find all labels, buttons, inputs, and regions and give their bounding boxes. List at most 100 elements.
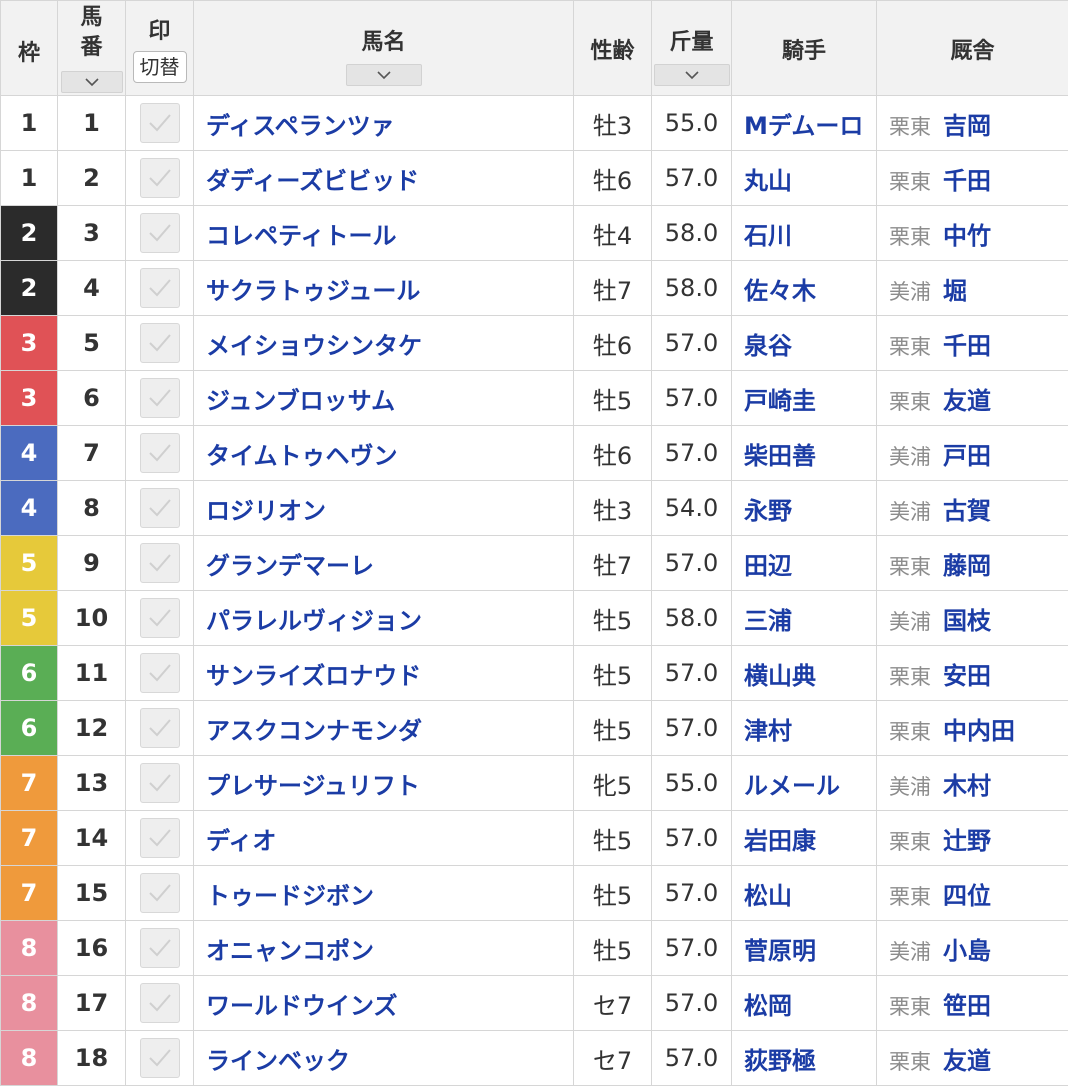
mark-checkbox[interactable]: [139, 378, 180, 418]
mark-checkbox[interactable]: [139, 158, 180, 198]
header-jockey: 騎手: [731, 0, 877, 96]
sex-age: セ7: [573, 975, 652, 1031]
header-weight[interactable]: 斤量: [651, 0, 732, 96]
jockey-link[interactable]: 丸山: [731, 150, 877, 206]
stable-region: 栗東: [889, 664, 931, 689]
horse-name-link[interactable]: トゥードジボン: [193, 865, 574, 921]
trainer-link[interactable]: 吉岡: [943, 112, 991, 140]
mark-checkbox[interactable]: [139, 543, 180, 583]
trainer-link[interactable]: 安田: [943, 662, 991, 690]
horse-name-link[interactable]: ジュンブロッサム: [193, 370, 574, 426]
stable-cell: 栗東 辻野: [876, 810, 1068, 866]
mark-checkbox[interactable]: [139, 873, 180, 913]
jockey-link[interactable]: Mデムーロ: [731, 95, 877, 151]
table-row: 7 14 ディオ 牡5 57.0 岩田康 栗東 辻野: [0, 810, 1068, 866]
mark-checkbox[interactable]: [139, 763, 180, 803]
horse-name-link[interactable]: サンライズロナウド: [193, 645, 574, 701]
horse-name-link[interactable]: パラレルヴィジョン: [193, 590, 574, 646]
carried-weight: 55.0: [651, 95, 732, 151]
trainer-link[interactable]: 戸田: [943, 442, 991, 470]
horse-name-link[interactable]: ディスペランツァ: [193, 95, 574, 151]
trainer-link[interactable]: 笹田: [943, 992, 991, 1020]
mark-checkbox[interactable]: [139, 708, 180, 748]
jockey-link[interactable]: 岩田康: [731, 810, 877, 866]
trainer-link[interactable]: 堀: [943, 277, 967, 305]
sort-weight-button[interactable]: [653, 64, 730, 86]
horse-name-link[interactable]: コレペティトール: [193, 205, 574, 261]
trainer-link[interactable]: 四位: [943, 882, 991, 910]
check-icon: [148, 1049, 171, 1067]
header-umaban[interactable]: 馬 番: [57, 0, 126, 96]
jockey-link[interactable]: 松山: [731, 865, 877, 921]
horse-number: 12: [57, 700, 126, 756]
trainer-link[interactable]: 木村: [943, 772, 991, 800]
header-waku-label: 枠: [17, 41, 40, 66]
check-icon: [148, 334, 171, 352]
stable-region: 栗東: [889, 719, 931, 744]
mark-checkbox[interactable]: [139, 103, 180, 143]
jockey-link[interactable]: 横山典: [731, 645, 877, 701]
mark-checkbox[interactable]: [139, 433, 180, 473]
horse-name-link[interactable]: ディオ: [193, 810, 574, 866]
jockey-link[interactable]: 田辺: [731, 535, 877, 591]
trainer-link[interactable]: 友道: [943, 387, 991, 415]
mark-checkbox[interactable]: [139, 928, 180, 968]
trainer-link[interactable]: 古賀: [943, 497, 991, 525]
jockey-link[interactable]: 三浦: [731, 590, 877, 646]
trainer-link[interactable]: 中竹: [943, 222, 991, 250]
trainer-link[interactable]: 辻野: [943, 827, 991, 855]
stable-cell: 美浦 国枝: [876, 590, 1068, 646]
sex-age: 牝5: [573, 755, 652, 811]
horse-name-link[interactable]: アスクコンナモンダ: [193, 700, 574, 756]
sort-umaban-button[interactable]: [60, 71, 123, 93]
mark-switch-button[interactable]: 切替: [132, 51, 187, 83]
sort-horse-name-button[interactable]: [345, 64, 422, 86]
jockey-link[interactable]: 菅原明: [731, 920, 877, 976]
jockey-link[interactable]: ルメール: [731, 755, 877, 811]
horse-name-link[interactable]: グランデマーレ: [193, 535, 574, 591]
mark-checkbox[interactable]: [139, 598, 180, 638]
mark-checkbox[interactable]: [139, 983, 180, 1023]
horse-name-link[interactable]: タイムトゥヘヴン: [193, 425, 574, 481]
mark-checkbox[interactable]: [139, 213, 180, 253]
carried-weight: 58.0: [651, 260, 732, 316]
jockey-link[interactable]: 永野: [731, 480, 877, 536]
horse-name-link[interactable]: ダディーズビビッド: [193, 150, 574, 206]
stable-cell: 美浦 木村: [876, 755, 1068, 811]
jockey-link[interactable]: 戸崎圭: [731, 370, 877, 426]
jockey-link[interactable]: 泉谷: [731, 315, 877, 371]
stable-region: 栗東: [889, 554, 931, 579]
stable-region: 栗東: [889, 884, 931, 909]
trainer-link[interactable]: 友道: [943, 1047, 991, 1075]
trainer-link[interactable]: 千田: [943, 167, 991, 195]
horse-name-link[interactable]: ロジリオン: [193, 480, 574, 536]
mark-checkbox[interactable]: [139, 323, 180, 363]
header-horse-name[interactable]: 馬名: [193, 0, 574, 96]
trainer-link[interactable]: 国枝: [943, 607, 991, 635]
mark-checkbox[interactable]: [139, 818, 180, 858]
table-row: 8 16 オニャンコポン 牡5 57.0 菅原明 美浦 小島: [0, 920, 1068, 976]
check-icon: [148, 664, 171, 682]
mark-checkbox[interactable]: [139, 268, 180, 308]
trainer-link[interactable]: 中内田: [943, 717, 1015, 745]
jockey-link[interactable]: 柴田善: [731, 425, 877, 481]
mark-checkbox[interactable]: [139, 488, 180, 528]
jockey-link[interactable]: 松岡: [731, 975, 877, 1031]
sex-age: セ7: [573, 1030, 652, 1086]
mark-checkbox[interactable]: [139, 653, 180, 693]
jockey-link[interactable]: 佐々木: [731, 260, 877, 316]
jockey-link[interactable]: 石川: [731, 205, 877, 261]
horse-name-link[interactable]: サクラトゥジュール: [193, 260, 574, 316]
horse-name-link[interactable]: メイショウシンタケ: [193, 315, 574, 371]
jockey-link[interactable]: 津村: [731, 700, 877, 756]
trainer-link[interactable]: 藤岡: [943, 552, 991, 580]
trainer-link[interactable]: 千田: [943, 332, 991, 360]
trainer-link[interactable]: 小島: [943, 937, 991, 965]
horse-name-link[interactable]: ラインベック: [193, 1030, 574, 1086]
carried-weight: 58.0: [651, 205, 732, 261]
jockey-link[interactable]: 荻野極: [731, 1030, 877, 1086]
mark-checkbox[interactable]: [139, 1038, 180, 1078]
horse-name-link[interactable]: オニャンコポン: [193, 920, 574, 976]
horse-name-link[interactable]: プレサージュリフト: [193, 755, 574, 811]
horse-name-link[interactable]: ワールドウインズ: [193, 975, 574, 1031]
